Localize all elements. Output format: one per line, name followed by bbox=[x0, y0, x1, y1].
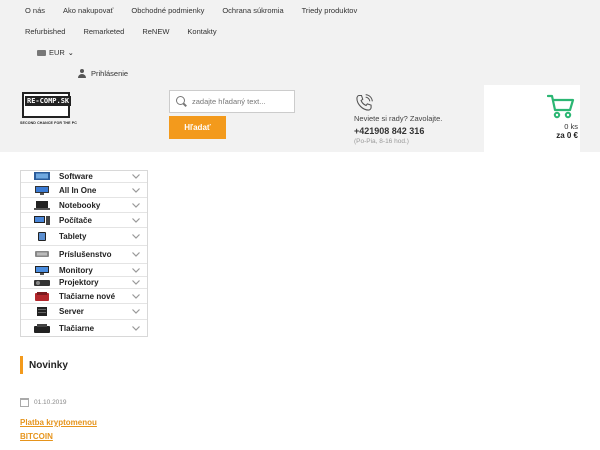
category-item-monitory[interactable]: Monitory bbox=[21, 264, 147, 277]
nav-link-ochrana-sukromia[interactable]: Ochrana súkromia bbox=[222, 6, 283, 15]
login-link[interactable]: Prihlásenie bbox=[78, 69, 128, 78]
search-input[interactable] bbox=[192, 97, 292, 106]
category-label: All In One bbox=[59, 185, 97, 195]
nav-link-ako-nakupovat[interactable]: Ako nakupovať bbox=[63, 6, 113, 15]
logo-tagline: SECOND CHANCE FOR THE PC bbox=[20, 121, 77, 125]
nav-link-refurbished[interactable]: Refurbished bbox=[25, 27, 65, 36]
chevron-down-icon bbox=[132, 202, 140, 208]
logo-text: RE-COMP.SK bbox=[25, 96, 72, 106]
category-item-all-in-one[interactable]: All In One bbox=[21, 183, 147, 198]
category-menu: Software All In One Notebooky Počítače T… bbox=[20, 170, 148, 337]
search-bar bbox=[169, 90, 295, 113]
search-icon bbox=[175, 95, 189, 109]
category-label: Server bbox=[59, 307, 84, 316]
laptop-icon bbox=[34, 200, 50, 210]
chevron-down-icon bbox=[132, 234, 140, 239]
top-nav-secondary: Refurbished Remarketed ReNEW Kontakty bbox=[25, 27, 235, 36]
category-item-tlaciarne[interactable]: Tlačiarne bbox=[21, 320, 147, 336]
chevron-down-icon: ⌄ bbox=[67, 49, 74, 57]
category-item-tlaciarne-nove[interactable]: Tlačiarne nové bbox=[21, 289, 147, 304]
news-article-link[interactable]: Platba kryptomenou BITCOIN bbox=[20, 416, 97, 444]
software-icon bbox=[34, 172, 50, 180]
phone-icon bbox=[356, 94, 373, 111]
news-title-line1: Platba kryptomenou bbox=[20, 418, 97, 427]
chevron-down-icon bbox=[132, 174, 140, 179]
news-heading-title: Novinky bbox=[29, 359, 68, 371]
nav-link-remarketed[interactable]: Remarketed bbox=[83, 27, 124, 36]
category-label: Príslušenstvo bbox=[59, 250, 112, 259]
projector-icon bbox=[34, 280, 50, 286]
category-item-tablety[interactable]: Tablety bbox=[21, 228, 147, 246]
category-item-pocitace[interactable]: Počítače bbox=[21, 213, 147, 228]
cart-icon bbox=[547, 94, 575, 119]
chevron-down-icon bbox=[132, 293, 140, 299]
calendar-icon bbox=[20, 398, 29, 407]
tablet-icon bbox=[38, 232, 46, 241]
heading-accent-bar bbox=[20, 356, 23, 374]
currency-label: EUR bbox=[49, 48, 65, 57]
chevron-down-icon bbox=[132, 267, 140, 273]
desktop-icon bbox=[34, 215, 50, 225]
monitor-icon bbox=[35, 265, 49, 275]
contact-question: Neviete si rady? Zavolajte. bbox=[354, 114, 443, 123]
category-label: Projektory bbox=[59, 278, 99, 287]
category-label: Počítače bbox=[59, 215, 92, 225]
category-item-prislusenstvo[interactable]: Príslušenstvo bbox=[21, 246, 147, 264]
category-label: Software bbox=[59, 172, 93, 181]
nav-link-o-nas[interactable]: O nás bbox=[25, 6, 45, 15]
category-item-software[interactable]: Software bbox=[21, 171, 147, 183]
site-logo[interactable]: RE-COMP.SK SECOND CHANCE FOR THE PC bbox=[20, 90, 77, 130]
nav-link-kontakty[interactable]: Kontakty bbox=[187, 27, 216, 36]
cart-count: 0 ks bbox=[564, 122, 578, 131]
cart-total: za 0 € bbox=[556, 131, 578, 140]
printer-new-icon bbox=[35, 291, 49, 301]
category-label: Notebooky bbox=[59, 200, 101, 210]
server-icon bbox=[37, 307, 47, 316]
news-date-value: 01.10.2019 bbox=[34, 399, 67, 406]
user-icon bbox=[78, 69, 86, 78]
category-item-server[interactable]: Server bbox=[21, 304, 147, 320]
news-heading: Novinky bbox=[20, 356, 68, 374]
category-label: Tlačiarne bbox=[59, 323, 95, 333]
nav-link-renew[interactable]: ReNEW bbox=[142, 27, 169, 36]
chevron-down-icon bbox=[132, 187, 140, 193]
chevron-down-icon bbox=[132, 280, 140, 285]
header: O nás Ako nakupovať Obchodné podmienky O… bbox=[0, 0, 600, 152]
nav-link-obchodne-podmienky[interactable]: Obchodné podmienky bbox=[131, 6, 204, 15]
category-label: Monitory bbox=[59, 265, 93, 275]
contact-phone[interactable]: +421908 842 316 bbox=[354, 126, 424, 136]
accessories-icon bbox=[35, 251, 49, 257]
chevron-down-icon bbox=[132, 252, 140, 257]
money-icon bbox=[37, 49, 46, 56]
search-button[interactable]: Hľadať bbox=[169, 116, 226, 139]
printer-icon bbox=[34, 323, 50, 333]
chevron-down-icon bbox=[132, 325, 140, 331]
top-nav-primary: O nás Ako nakupovať Obchodné podmienky O… bbox=[25, 6, 375, 15]
chevron-down-icon bbox=[132, 309, 140, 314]
login-label: Prihlásenie bbox=[91, 69, 129, 78]
news-date: 01.10.2019 bbox=[20, 398, 67, 407]
category-item-projektory[interactable]: Projektory bbox=[21, 277, 147, 289]
category-item-notebooky[interactable]: Notebooky bbox=[21, 198, 147, 213]
currency-selector[interactable]: EUR ⌄ bbox=[37, 48, 74, 57]
category-label: Tablety bbox=[59, 232, 87, 241]
contact-hours: (Po-Pia, 8-16 hod.) bbox=[354, 138, 409, 145]
all-in-one-icon bbox=[35, 185, 49, 195]
chevron-down-icon bbox=[132, 217, 140, 223]
category-label: Tlačiarne nové bbox=[59, 291, 116, 301]
news-title-line2: BITCOIN bbox=[20, 432, 53, 441]
nav-link-triedy-produktov[interactable]: Triedy produktov bbox=[302, 6, 358, 15]
cart-widget[interactable]: 0 ks za 0 € bbox=[484, 85, 580, 152]
